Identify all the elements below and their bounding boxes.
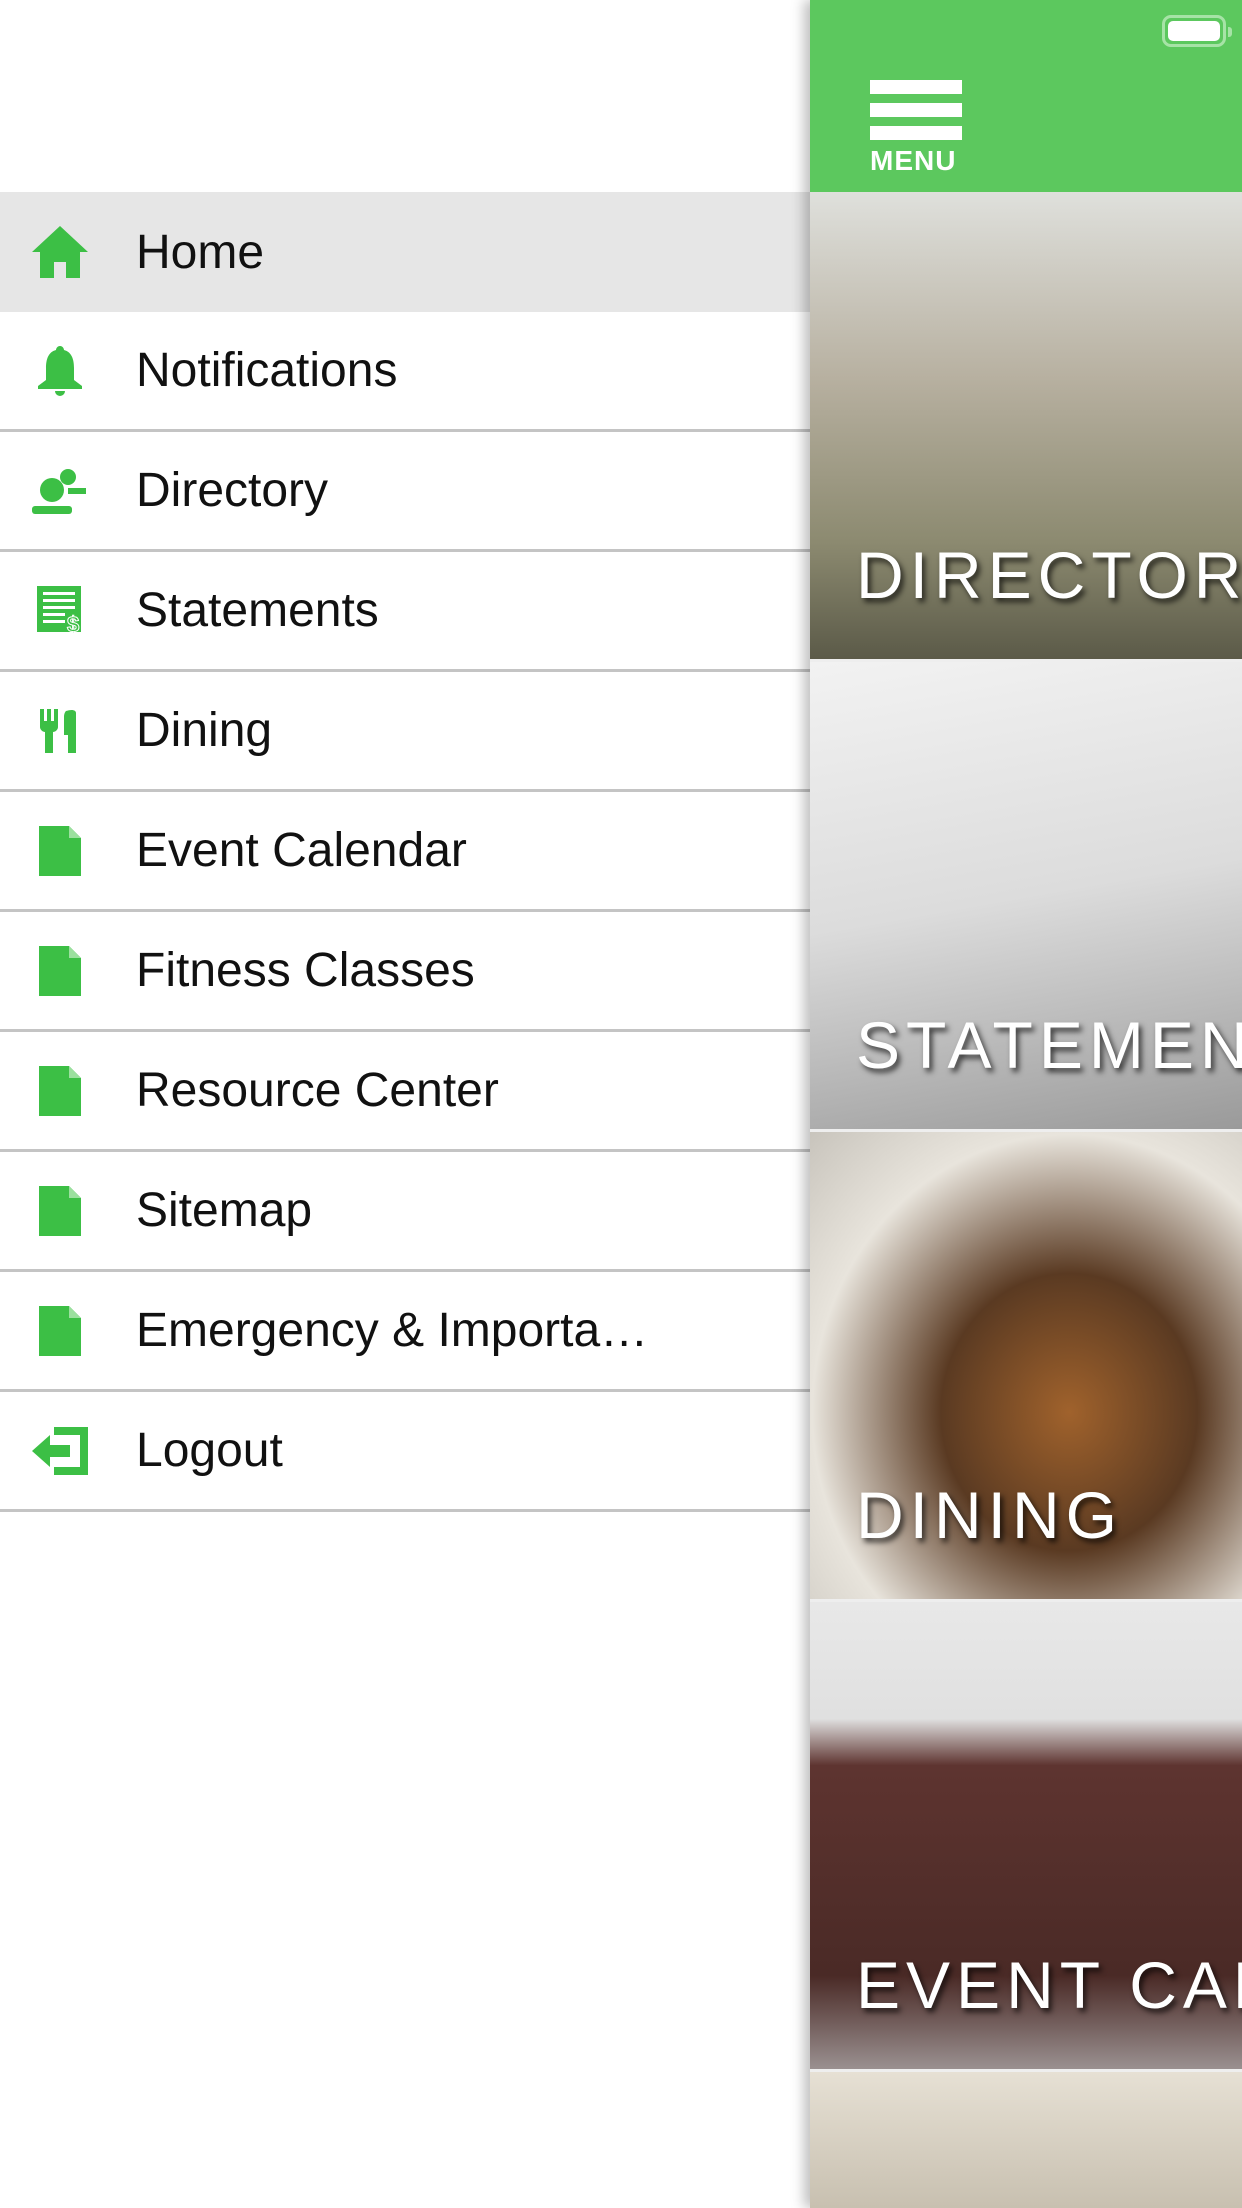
menu-item-dining[interactable]: Dining (0, 672, 810, 792)
navigation-drawer: Home Notifications Directory $ Statements Din… (0, 0, 810, 2208)
menu-item-label: Dining (136, 704, 273, 757)
menu-list: Home Notifications Directory $ Statements Din… (0, 192, 810, 1512)
svg-text:$: $ (67, 612, 79, 636)
tile-directory[interactable]: DIRECTORY (810, 192, 1242, 662)
tile-statements[interactable]: STATEMENTS (810, 662, 1242, 1132)
tile-list: DIRECTORY STATEMENTS DINING EVENT CALENDAR (810, 192, 1242, 2208)
menu-item-label: Resource Center (136, 1064, 499, 1117)
tile-label: EVENT CALENDAR (856, 1948, 1242, 2022)
tile-dining[interactable]: DINING (810, 1132, 1242, 1602)
menu-item-home[interactable]: Home (0, 192, 810, 312)
menu-item-emergency-importa[interactable]: Emergency & Importa… (0, 1272, 810, 1392)
tile-label: DIRECTORY (856, 538, 1242, 612)
document-icon (30, 941, 90, 1001)
document-icon (30, 821, 90, 881)
menu-item-label: Home (136, 225, 265, 279)
people-icon (30, 461, 90, 521)
menu-item-label: Emergency & Importa… (136, 1304, 649, 1357)
menu-item-logout[interactable]: Logout (0, 1392, 810, 1512)
hamburger-icon-bar (870, 103, 962, 117)
statement-icon: $ (30, 581, 90, 641)
menu-item-notifications[interactable]: Notifications (0, 312, 810, 432)
tile-label: STATEMENTS (856, 1008, 1242, 1082)
header-bar: MENU (810, 0, 1242, 192)
battery-icon (1162, 15, 1232, 47)
hamburger-icon (870, 80, 962, 94)
main-content: MENU DIRECTORY STATEMENTS DINING EVENT CALE… (810, 0, 1242, 2208)
menu-item-sitemap[interactable]: Sitemap (0, 1152, 810, 1272)
menu-item-label: Sitemap (136, 1184, 313, 1237)
menu-item-label: Statements (136, 584, 379, 637)
menu-item-label: Event Calendar (136, 824, 467, 877)
tile-label: DINING (856, 1478, 1123, 1552)
menu-item-label: Notifications (136, 344, 398, 397)
bell-icon (30, 341, 90, 401)
hamburger-icon-bar (870, 126, 962, 140)
tile-more[interactable] (810, 2072, 1242, 2208)
menu-button[interactable]: MENU (870, 80, 962, 177)
menu-item-label: Directory (136, 464, 329, 517)
menu-item-label: Logout (136, 1424, 283, 1477)
menu-label: MENU (870, 145, 957, 176)
menu-item-event-calendar[interactable]: Event Calendar (0, 792, 810, 912)
menu-item-statements[interactable]: $ Statements (0, 552, 810, 672)
document-icon (30, 1301, 90, 1361)
home-icon (30, 222, 90, 282)
menu-item-directory[interactable]: Directory (0, 432, 810, 552)
tile-event-calendar[interactable]: EVENT CALENDAR (810, 1602, 1242, 2072)
menu-item-label: Fitness Classes (136, 944, 475, 997)
fork-knife-icon (30, 701, 90, 761)
menu-item-fitness-classes[interactable]: Fitness Classes (0, 912, 810, 1032)
document-icon (30, 1181, 90, 1241)
document-icon (30, 1061, 90, 1121)
logout-icon (30, 1421, 90, 1481)
menu-item-resource-center[interactable]: Resource Center (0, 1032, 810, 1152)
